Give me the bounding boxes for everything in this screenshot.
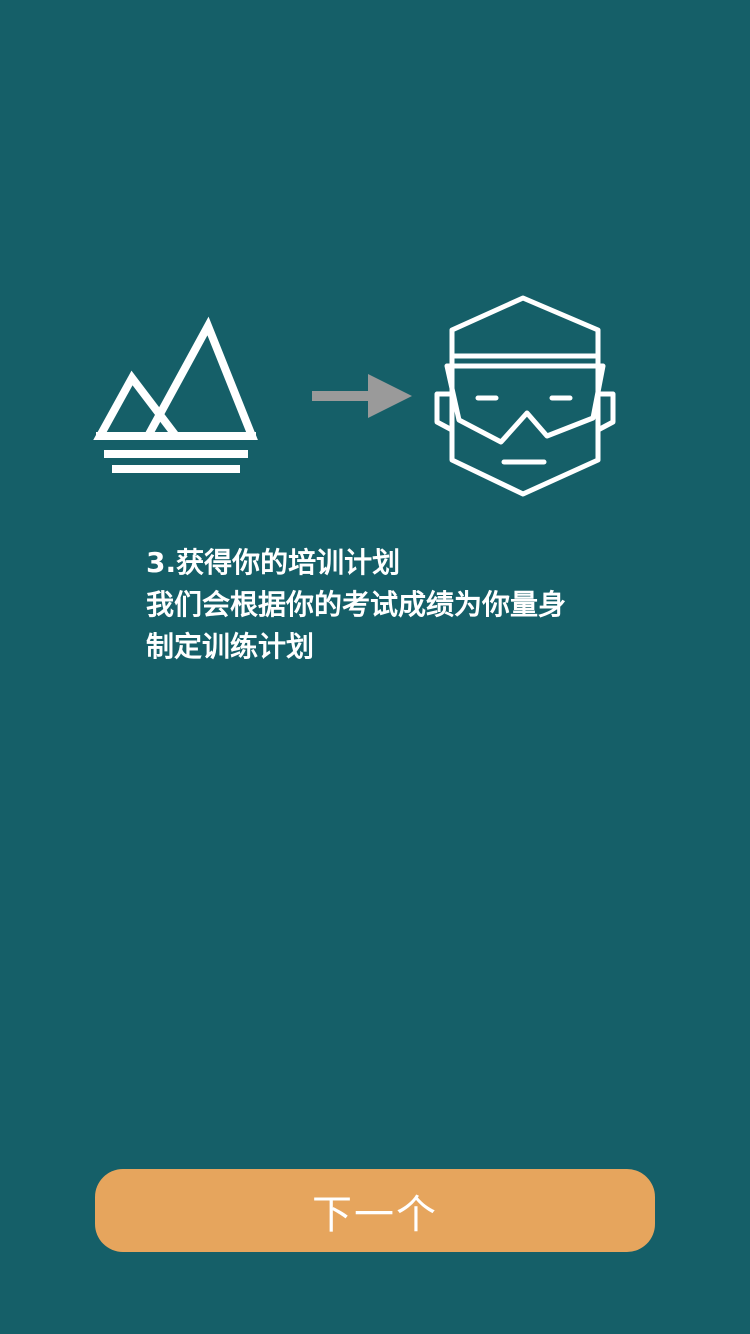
step-description-line-1: 我们会根据你的考试成绩为你量身 (146, 588, 567, 621)
step-description: 3.获得你的培训计划 我们会根据你的考试成绩为你量身 制定训练计划 (146, 542, 616, 668)
onboarding-screen: 3.获得你的培训计划 我们会根据你的考试成绩为你量身 制定训练计划 下一个 (0, 0, 750, 1334)
illustration (93, 295, 616, 497)
arrow-right-icon (312, 374, 412, 418)
step-description-line-2: 制定训练计划 (146, 630, 315, 663)
trainer-face-icon (434, 295, 616, 497)
mountain-icon (93, 316, 258, 473)
step-title: 3.获得你的培训计划 (146, 546, 401, 579)
next-button[interactable]: 下一个 (95, 1169, 655, 1252)
